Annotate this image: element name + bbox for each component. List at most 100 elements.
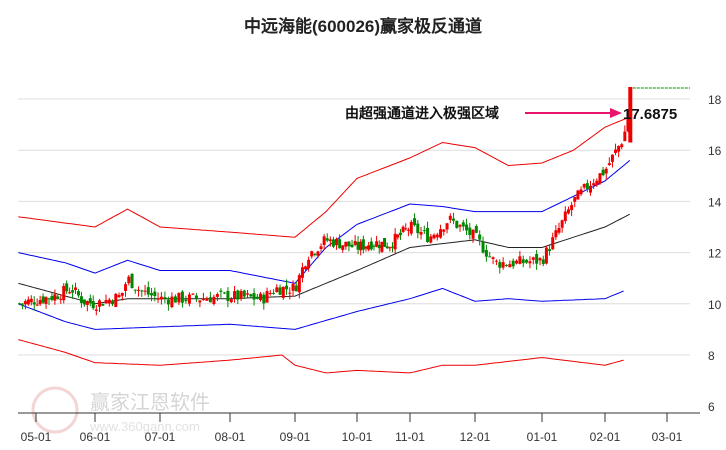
candle-body <box>375 241 379 247</box>
candle-body <box>385 246 389 249</box>
candle-body <box>26 299 30 305</box>
candle-body <box>124 284 128 291</box>
candle-body <box>208 297 212 303</box>
candle-body <box>383 238 387 247</box>
chart-container: 中远海能(600026)赢家极反通道 赢家江恩软件 www.360gann.co… <box>0 0 726 450</box>
candle-body <box>44 297 48 304</box>
candle-body <box>236 290 240 300</box>
candle-body <box>328 239 332 242</box>
line-blue-lower <box>18 287 624 330</box>
candle-body <box>601 169 605 176</box>
candle-body <box>573 197 577 202</box>
candle-body <box>304 266 308 270</box>
x-tick-label: 09-01 <box>280 430 311 444</box>
candle-body <box>173 296 177 303</box>
candle-body <box>610 154 614 162</box>
candle-body <box>474 226 478 233</box>
candle-body <box>538 258 542 261</box>
candle-body <box>528 261 532 264</box>
candle-body <box>494 260 498 262</box>
candle-body <box>259 293 263 301</box>
candle-body <box>107 299 111 304</box>
candle-body <box>429 236 433 243</box>
candle-body <box>239 291 243 299</box>
candle-body <box>448 215 452 220</box>
arrow-head-icon <box>610 108 622 118</box>
candle-body <box>356 241 360 250</box>
candle-body <box>65 283 69 292</box>
x-tick-label: 10-01 <box>342 430 373 444</box>
candle-body <box>484 249 488 257</box>
candle-body <box>582 184 586 188</box>
y-tick-label: 10 <box>708 298 722 312</box>
candle-body <box>212 296 216 305</box>
candle-body <box>246 293 250 295</box>
candle-body <box>74 287 78 290</box>
candle-body <box>222 292 226 294</box>
candle-body <box>515 260 519 264</box>
candle-body <box>406 229 410 231</box>
candle-body <box>595 180 599 186</box>
candle-body <box>511 260 515 267</box>
candle-body <box>398 232 402 235</box>
candle-body <box>41 296 45 303</box>
candle-body <box>452 218 456 221</box>
candle-body <box>432 234 436 239</box>
candle-body <box>331 239 335 247</box>
candle-body <box>491 257 495 259</box>
candle-body <box>288 292 292 294</box>
candle-body <box>111 300 115 305</box>
candle-body <box>76 291 80 296</box>
candle-body <box>20 303 24 305</box>
candle-body <box>71 290 75 293</box>
candle-body <box>560 220 564 228</box>
candle-body <box>535 254 539 264</box>
candle-body <box>275 287 279 293</box>
x-tick-label: 08-01 <box>215 430 246 444</box>
candle-body <box>297 275 301 293</box>
candle-body <box>419 232 423 235</box>
candle-body <box>557 228 561 233</box>
candle-body <box>416 223 420 234</box>
candle-body <box>579 189 583 195</box>
candle-body <box>409 221 413 234</box>
candle-body <box>177 292 181 303</box>
candle-body <box>445 223 449 230</box>
candle-body <box>226 290 230 301</box>
candle-body <box>62 285 66 301</box>
candle-body <box>117 295 121 298</box>
candle-body <box>369 241 373 250</box>
candle-body <box>184 299 188 302</box>
candle-body <box>551 237 555 250</box>
candle-body <box>393 233 397 250</box>
candle-body <box>481 241 485 253</box>
candle-body <box>265 291 269 303</box>
candle-body <box>180 291 184 303</box>
candle-body <box>401 226 405 232</box>
candle-body <box>322 236 326 245</box>
candle-body <box>422 230 426 232</box>
candle-body <box>104 300 108 304</box>
candle-body <box>388 247 392 249</box>
candle-body <box>255 296 259 299</box>
candle-body <box>29 298 33 303</box>
candle-body <box>461 222 465 227</box>
candle-body <box>82 299 86 305</box>
candle-body <box>156 298 160 300</box>
candle-body <box>313 253 317 255</box>
y-tick-label: 18 <box>708 93 722 107</box>
candle-body <box>347 241 351 247</box>
candle-body <box>53 294 57 301</box>
y-tick-label: 14 <box>708 195 722 209</box>
x-tick-label: 03-01 <box>652 430 683 444</box>
candle-body <box>85 301 89 305</box>
candle-body <box>101 303 105 306</box>
y-tick-label: 16 <box>708 144 722 158</box>
candle-body <box>455 220 459 228</box>
candle-body <box>478 234 482 240</box>
candle-body <box>114 293 118 307</box>
candle-body <box>310 251 314 257</box>
candle-body <box>585 183 589 190</box>
candle-body <box>88 298 92 304</box>
candle-body <box>91 301 95 309</box>
